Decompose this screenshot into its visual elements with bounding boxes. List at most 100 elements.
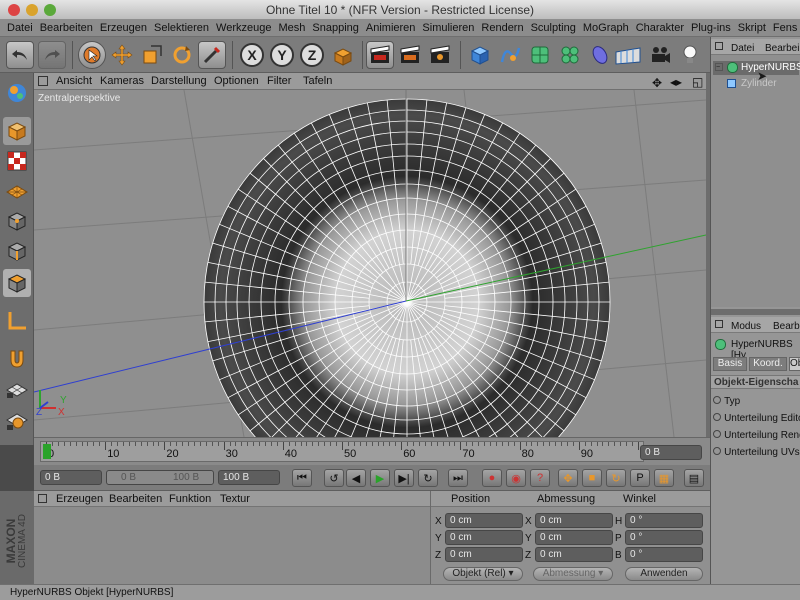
coord-angle-h-field[interactable]: 0 °	[625, 513, 703, 528]
next-key-icon[interactable]: ↻	[418, 469, 438, 487]
scale-icon[interactable]	[138, 41, 166, 69]
workplane-lock-icon[interactable]	[3, 375, 31, 403]
key-pla-icon[interactable]: ▦	[654, 469, 674, 487]
viewport-move-icon[interactable]: ✥	[652, 75, 662, 91]
menu-erzeugen[interactable]: Erzeugen	[93, 20, 147, 36]
lock-z-icon[interactable]: Z	[298, 41, 326, 69]
move-icon[interactable]	[108, 41, 136, 69]
coord-size-select[interactable]: Abmessung ▾	[533, 567, 613, 581]
material-menu-textur[interactable]: Textur	[220, 493, 250, 505]
coord-size-x-field[interactable]: 0 cm	[535, 513, 613, 528]
prev-key-icon[interactable]: ↺	[324, 469, 344, 487]
apply-button[interactable]: Anwenden	[625, 567, 703, 581]
viewport-menu-optionen[interactable]: Optionen	[214, 73, 259, 89]
autokey-icon[interactable]: ◉	[506, 469, 526, 487]
menu-snapping[interactable]: Snapping	[305, 20, 359, 36]
material-grip-icon[interactable]	[38, 494, 47, 503]
snapping-magnet-icon[interactable]	[3, 345, 31, 373]
locked-workplane-icon[interactable]	[3, 407, 31, 435]
prop-unterteilung-uvs[interactable]: Unterteilung UVs	[713, 446, 800, 458]
menu-bearbeiten[interactable]: Bearbeiten	[33, 20, 93, 36]
tab-basis[interactable]: Basis	[713, 357, 747, 371]
rotate-icon[interactable]	[168, 41, 196, 69]
material-menu-funktion[interactable]: Funktion	[169, 493, 211, 505]
model-mode-icon[interactable]	[3, 117, 31, 145]
key-parameter-icon[interactable]: P	[630, 469, 650, 487]
zoom-window-icon[interactable]	[44, 4, 56, 16]
edges-mode-icon[interactable]	[3, 237, 31, 265]
viewport-grip-icon[interactable]	[38, 76, 48, 86]
cloner-icon[interactable]	[556, 41, 584, 69]
menu-fens[interactable]: Fens	[766, 20, 797, 36]
material-manager[interactable]: Erzeugen Bearbeiten Funktion Textur	[34, 491, 430, 584]
coord-mode-select[interactable]: Objekt (Rel) ▾	[443, 567, 523, 581]
viewport-3d[interactable]: Y X Z Zentralperspektive	[34, 90, 706, 437]
render-picture-viewer-icon[interactable]	[396, 41, 424, 69]
viewport-menu-ansicht[interactable]: Ansicht	[56, 73, 92, 89]
coordinate-system-icon[interactable]	[328, 41, 356, 69]
key-position-icon[interactable]: ✥	[558, 469, 578, 487]
menu-datei[interactable]: Datei	[0, 20, 33, 36]
coord-pos-y-field[interactable]: 0 cm	[445, 530, 523, 545]
cube-icon[interactable]	[466, 41, 494, 69]
tab-objekt[interactable]: Ob	[789, 357, 800, 371]
menu-animieren[interactable]: Animieren	[359, 20, 416, 36]
coord-pos-z-field[interactable]: 0 cm	[445, 547, 523, 562]
preview-range-slider[interactable]: 0 B 100 B	[106, 470, 214, 485]
menu-plug-ins[interactable]: Plug-ins	[684, 20, 731, 36]
attribute-menu-modus[interactable]: Modus	[731, 319, 761, 334]
coord-size-y-field[interactable]: 0 cm	[535, 530, 613, 545]
record-keyframe-icon[interactable]: ●	[482, 469, 502, 487]
viewport-zoom-icon[interactable]: ◂▸	[670, 74, 682, 90]
object-row-hypernurbs[interactable]: − HyperNURBS	[713, 61, 800, 75]
timeline-playhead[interactable]	[43, 444, 51, 459]
material-menu-erzeugen[interactable]: Erzeugen	[56, 493, 103, 505]
menu-sculpting[interactable]: Sculpting	[524, 20, 576, 36]
menu-simulieren[interactable]: Simulieren	[415, 20, 474, 36]
attribute-menu-bearbeiten[interactable]: Bearbe	[773, 319, 800, 334]
coord-angle-p-field[interactable]: 0 °	[625, 530, 703, 545]
spline-pen-icon[interactable]	[496, 41, 524, 69]
menu-skript[interactable]: Skript	[731, 20, 766, 36]
camera-icon[interactable]	[646, 41, 674, 69]
deformer-icon[interactable]	[586, 41, 614, 69]
attribute-manager-grip-icon[interactable]	[715, 320, 723, 328]
axis-mode-icon[interactable]	[3, 307, 31, 335]
timeline-layout-icon[interactable]: ▤	[684, 469, 704, 487]
points-mode-icon[interactable]	[3, 207, 31, 235]
prev-frame-icon[interactable]: ◀	[346, 469, 366, 487]
start-frame-field[interactable]: 0 B	[40, 470, 102, 485]
redo-icon[interactable]	[38, 41, 66, 69]
viewport-menu-filter[interactable]: Filter	[267, 73, 291, 89]
floor-icon[interactable]	[614, 41, 642, 69]
viewport-maximize-icon[interactable]: ◱	[692, 74, 703, 90]
tab-koord[interactable]: Koord.	[749, 357, 787, 371]
coord-size-z-field[interactable]: 0 cm	[535, 547, 613, 562]
next-frame-icon[interactable]: ▶|	[394, 469, 414, 487]
polygons-mode-icon[interactable]	[3, 269, 31, 297]
goto-end-icon[interactable]: ⏭	[448, 469, 468, 487]
expand-toggle-icon[interactable]: −	[715, 63, 723, 71]
coord-pos-x-field[interactable]: 0 cm	[445, 513, 523, 528]
texture-mode-icon[interactable]	[3, 147, 31, 175]
timeline[interactable]: 0102030405060708090100 0 B	[34, 437, 710, 465]
viewport-menu-kameras[interactable]: Kameras	[100, 73, 144, 89]
menu-mograph[interactable]: MoGraph	[576, 20, 629, 36]
prop-typ[interactable]: Typ	[713, 395, 740, 407]
menu-selektieren[interactable]: Selektieren	[147, 20, 209, 36]
prop-unterteilung-editor[interactable]: Unterteilung Edito	[713, 412, 800, 424]
keyframe-selection-icon[interactable]: ?	[530, 469, 550, 487]
play-icon[interactable]: ▶	[370, 469, 390, 487]
subdivision-icon[interactable]	[526, 41, 554, 69]
coord-angle-b-field[interactable]: 0 °	[625, 547, 703, 562]
current-frame-field[interactable]: 0 B	[640, 445, 702, 460]
key-rotation-icon[interactable]: ↻	[606, 469, 626, 487]
render-settings-icon[interactable]	[426, 41, 454, 69]
end-frame-field[interactable]: 100 B	[218, 470, 280, 485]
render-view-icon[interactable]	[366, 41, 394, 69]
object-menu-bearbeiten[interactable]: Bearbei	[765, 41, 799, 56]
object-row-zylinder[interactable]: Zylinder	[713, 77, 799, 91]
timeline-ruler[interactable]: 0102030405060708090100	[40, 441, 658, 462]
light-icon[interactable]	[676, 41, 704, 69]
minimize-window-icon[interactable]	[26, 4, 38, 16]
